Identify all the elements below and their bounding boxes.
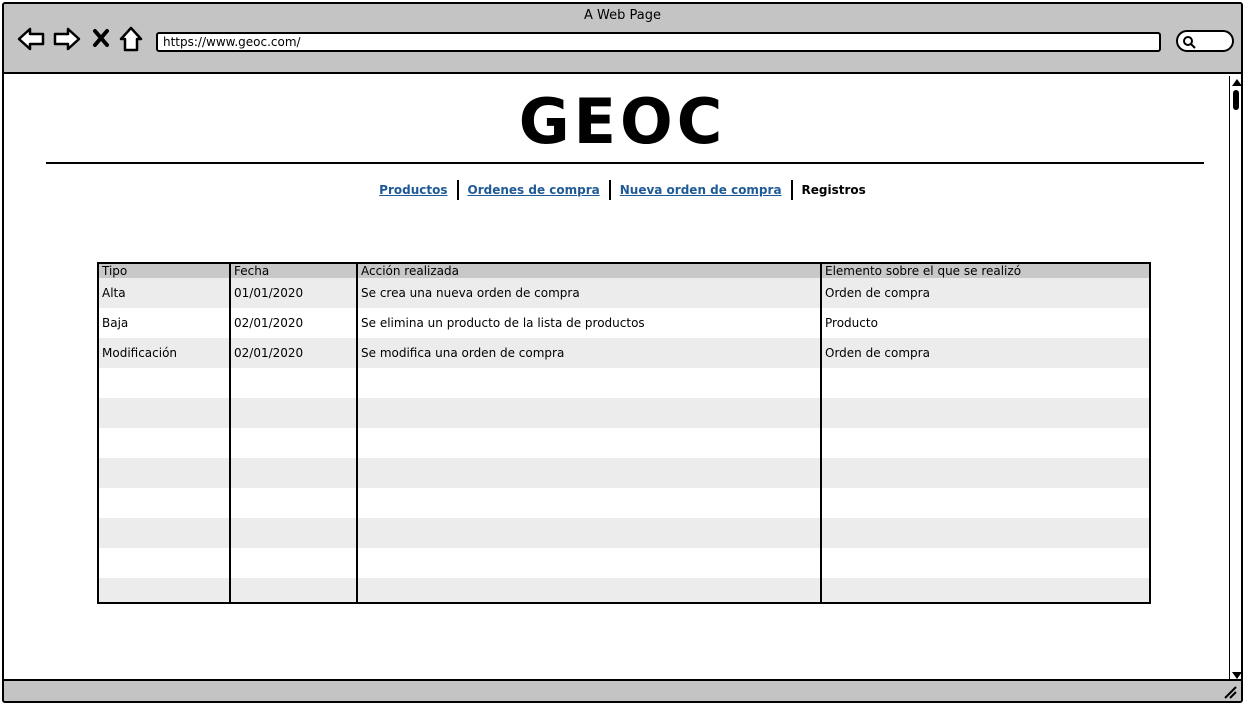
cell-fecha: 02/01/2020 <box>230 338 358 368</box>
cell-tipo: Baja <box>99 308 231 338</box>
header-divider <box>46 162 1204 164</box>
nav-link-nueva-orden-de-compra[interactable]: Nueva orden de compra <box>620 183 782 197</box>
browser-search-field[interactable] <box>1176 30 1234 52</box>
site-logo: GEOC <box>518 85 727 158</box>
cell-elemento: Orden de compra <box>821 338 1149 368</box>
window-title: A Web Page <box>584 8 661 23</box>
table-row[interactable]: Alta 01/01/2020 Se crea una nueva orden … <box>99 278 1149 308</box>
home-icon[interactable] <box>118 24 144 54</box>
empty-table-row <box>99 548 1149 578</box>
close-icon[interactable] <box>90 24 112 54</box>
nav-item-registros: Registros <box>801 183 866 197</box>
vertical-scrollbar[interactable] <box>1229 76 1241 682</box>
column-header-elemento[interactable]: Elemento sobre el que se realizó <box>821 264 1149 278</box>
nav-link-productos[interactable]: Productos <box>379 183 447 197</box>
nav-link-ordenes-de-compra[interactable]: Ordenes de compra <box>468 183 600 197</box>
back-arrow-icon[interactable] <box>16 24 46 54</box>
scroll-up-icon[interactable] <box>1232 79 1241 86</box>
empty-table-row <box>99 428 1149 458</box>
browser-toolbar: A Web Page https://www.geoc.com/ <box>4 4 1241 74</box>
status-bar <box>4 679 1241 701</box>
log-table: Tipo Fecha Acción realizada Elemento sob… <box>97 262 1151 604</box>
column-header-tipo[interactable]: Tipo <box>99 264 231 278</box>
search-icon <box>1183 36 1196 49</box>
url-input[interactable]: https://www.geoc.com/ <box>156 32 1161 52</box>
table-header-row: Tipo Fecha Acción realizada Elemento sob… <box>99 264 1149 278</box>
empty-table-row <box>99 578 1149 602</box>
table-row[interactable]: Modificación 02/01/2020 Se modifica una … <box>99 338 1149 368</box>
cell-tipo: Alta <box>99 278 231 308</box>
cell-elemento: Producto <box>821 308 1149 338</box>
empty-table-row <box>99 398 1149 428</box>
empty-table-row <box>99 368 1149 398</box>
scroll-down-icon[interactable] <box>1232 672 1241 679</box>
cell-accion: Se elimina un producto de la lista de pr… <box>357 308 822 338</box>
browser-window: A Web Page https://www.geoc.com/ GEOC Pr… <box>2 2 1243 703</box>
forward-arrow-icon[interactable] <box>52 24 82 54</box>
empty-table-row <box>99 518 1149 548</box>
scrollbar-thumb[interactable] <box>1233 90 1239 110</box>
cell-tipo: Modificación <box>99 338 231 368</box>
resize-grip-icon[interactable] <box>1223 685 1237 699</box>
cell-accion: Se crea una nueva orden de compra <box>357 278 822 308</box>
table-row[interactable]: Baja 02/01/2020 Se elimina un producto d… <box>99 308 1149 338</box>
empty-table-row <box>99 488 1149 518</box>
column-header-accion[interactable]: Acción realizada <box>357 264 822 278</box>
cell-fecha: 02/01/2020 <box>230 308 358 338</box>
cell-accion: Se modifica una orden de compra <box>357 338 822 368</box>
column-header-fecha[interactable]: Fecha <box>230 264 358 278</box>
empty-table-row <box>99 458 1149 488</box>
main-navigation: Productos Ordenes de compra Nueva orden … <box>4 180 1241 200</box>
cell-fecha: 01/01/2020 <box>230 278 358 308</box>
cell-elemento: Orden de compra <box>821 278 1149 308</box>
